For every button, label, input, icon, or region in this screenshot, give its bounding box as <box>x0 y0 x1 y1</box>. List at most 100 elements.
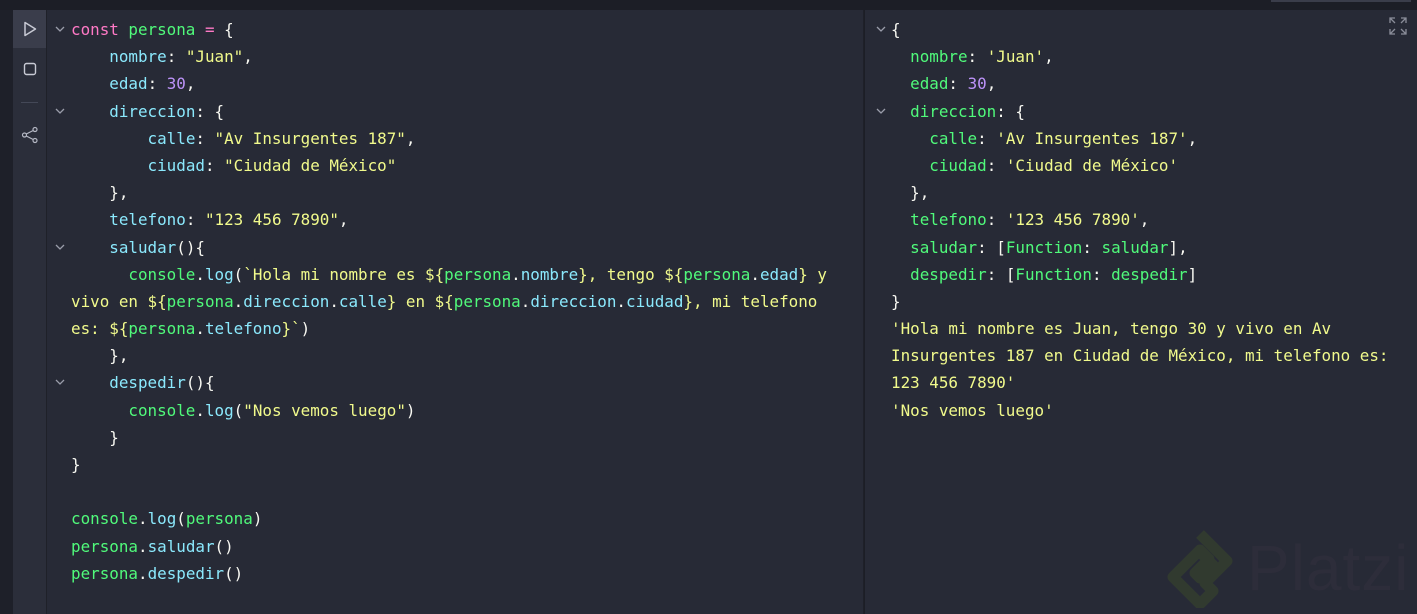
token-str: }` <box>281 319 301 339</box>
token-plain: : <box>977 128 997 148</box>
token-plain: } <box>71 455 81 474</box>
token-prop: log <box>147 509 177 529</box>
code-line: } <box>71 424 827 451</box>
token-plain: : <box>147 74 167 94</box>
token-plain: { <box>891 20 901 39</box>
code-line: saludar: [Function: saludar], <box>891 234 1388 261</box>
code-line: ciudad: 'Ciudad de México' <box>891 152 1388 179</box>
fold-chevron-icon[interactable] <box>55 24 65 34</box>
code-line: calle: 'Av Insurgentes 187', <box>891 125 1388 152</box>
top-bar <box>0 0 1417 10</box>
code-line: Insurgentes 187 en Ciudad de México, mi … <box>891 342 1388 369</box>
fold-chevron-icon[interactable] <box>55 106 65 116</box>
token-plain: : { <box>996 101 1025 121</box>
token-plain: . <box>750 264 760 284</box>
code-line: } <box>71 451 827 478</box>
token-var: persona <box>128 20 196 39</box>
code-line: ciudad: "Ciudad de México" <box>71 152 827 179</box>
token-prop: calle <box>338 291 387 311</box>
token-plain: (){ <box>185 373 215 393</box>
token-str: "Ciudad de México" <box>224 155 397 175</box>
fold-chevron-icon[interactable] <box>876 106 886 116</box>
token-fn: saludar <box>1101 237 1169 257</box>
token-str: vivo en ${ <box>71 291 167 311</box>
token-fn: despedir <box>1111 264 1188 284</box>
stop-icon <box>23 62 36 76</box>
token-prop: telefono <box>204 319 282 339</box>
token-oprop: edad <box>910 74 949 94</box>
token-plain: ( <box>233 400 244 420</box>
expand-icon <box>1389 17 1407 35</box>
token-plain: . <box>137 536 148 556</box>
code-line: calle: "Av Insurgentes 187", <box>71 125 827 152</box>
editor-sidebar <box>13 10 47 614</box>
token-plain: }, <box>71 346 129 366</box>
token-plain: : <box>948 74 968 94</box>
fold-chevron-icon[interactable] <box>876 24 886 34</box>
fold-chevron-icon[interactable] <box>55 242 65 252</box>
token-str: 123 456 7890' <box>891 373 1016 393</box>
token-plain: () <box>214 536 234 556</box>
code-lines[interactable]: const persona = { nombre: "Juan", edad: … <box>55 16 827 587</box>
token-str: "Juan" <box>185 47 244 67</box>
token-plain: : [ <box>977 237 1006 257</box>
expand-button[interactable] <box>1388 16 1408 40</box>
token-kw: const <box>71 20 129 39</box>
token-plain: { <box>224 20 234 39</box>
share-icon <box>21 126 38 144</box>
token-prop: calle <box>147 128 196 148</box>
token-prop: direccion <box>243 291 330 311</box>
token-plain: . <box>195 400 205 420</box>
token-plain: . <box>137 509 148 529</box>
token-prop: edad <box>759 264 799 284</box>
token-plain: ) <box>300 319 311 339</box>
token-prop: saludar <box>147 536 215 556</box>
code-editor[interactable]: const persona = { nombre: "Juan", edad: … <box>47 10 863 614</box>
run-button[interactable] <box>13 10 46 48</box>
code-line: persona.saludar() <box>71 533 827 560</box>
code-line: console.log(`Hola mi nombre es ${persona… <box>71 261 827 288</box>
token-prop: direccion <box>109 101 196 121</box>
token-plain: ) <box>405 400 416 420</box>
token-plain: : <box>166 47 186 67</box>
token-oprop: ciudad <box>929 155 987 175</box>
token-prop: nombre <box>109 47 167 67</box>
token-prop: despedir <box>109 373 186 393</box>
token-plain: ( <box>233 264 244 284</box>
token-plain: : <box>1091 264 1112 284</box>
token-oprop: despedir <box>910 264 987 284</box>
sidebar-divider <box>21 102 38 103</box>
token-var: persona <box>71 563 138 583</box>
token-str: "Av Insurgentes 187" <box>214 128 406 148</box>
token-var: persona <box>444 264 512 284</box>
token-prop: log <box>204 400 234 420</box>
token-var: console <box>128 400 196 420</box>
stop-button[interactable] <box>13 50 46 88</box>
token-plain: : [ <box>986 264 1016 284</box>
token-prop: saludar <box>109 237 177 257</box>
share-button[interactable] <box>13 116 46 154</box>
code-line: 123 456 7890' <box>891 369 1388 396</box>
code-line: nombre: 'Juan', <box>891 43 1388 70</box>
code-line: telefono: "123 456 7890", <box>71 206 827 233</box>
fold-chevron-icon[interactable] <box>55 377 65 387</box>
token-plain: . <box>137 563 148 583</box>
code-line: persona.despedir() <box>71 560 827 587</box>
code-line: { <box>876 16 1388 43</box>
token-str: 'Nos vemos luego' <box>891 400 1054 420</box>
token-fn: Function <box>1005 237 1083 257</box>
token-prop: direccion <box>530 291 617 311</box>
platzi-logo-icon <box>1167 530 1233 608</box>
code-line: direccion: { <box>876 98 1388 125</box>
token-plain: : <box>1082 237 1102 257</box>
